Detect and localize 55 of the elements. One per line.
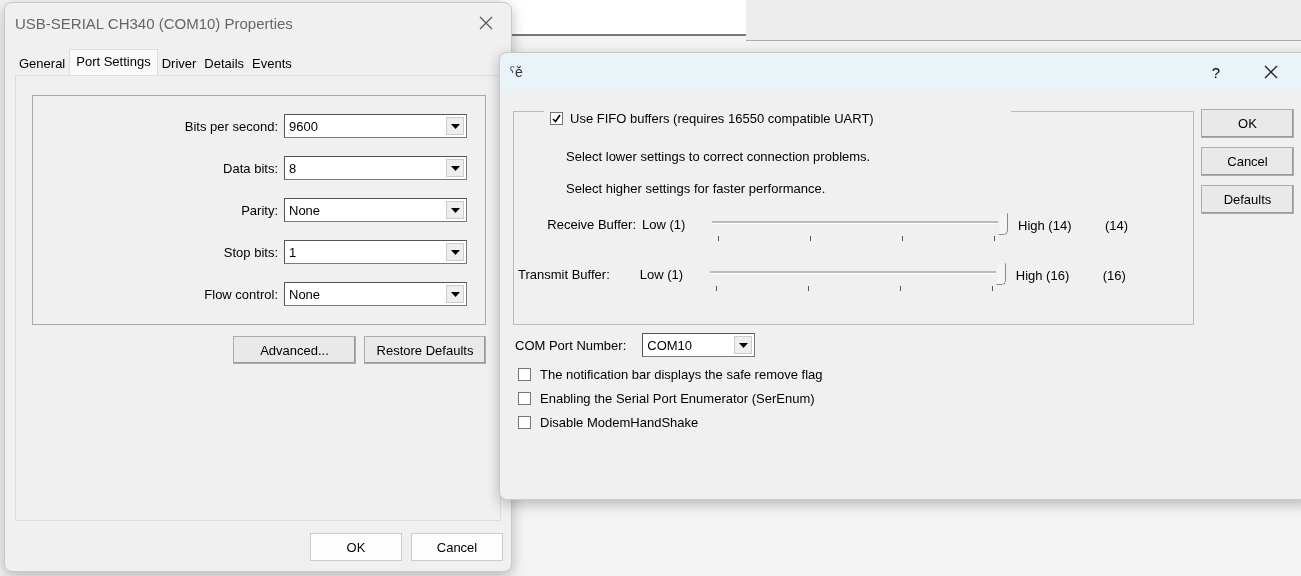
slider-min-label: Low (1) <box>642 216 687 232</box>
field-label: COM Port Number: <box>515 337 627 353</box>
tab[interactable]: Port Settings <box>69 49 158 76</box>
checkbox-label: Disable ModemHandShake <box>540 414 699 430</box>
hint-text: Select lower settings to correct connection problems. <box>566 149 872 164</box>
dialog-button[interactable]: Defaults <box>1201 185 1294 214</box>
checkbox-label: Enabling the Serial Port Enumerator (SerEnum) <box>540 390 815 406</box>
field-label: Flow control: <box>204 286 278 302</box>
tab[interactable]: Events <box>248 53 296 75</box>
dropdown-arrow-icon <box>450 249 460 255</box>
window-title: USB-SERIAL CH340 (COM10) Properties <box>15 14 294 32</box>
tab[interactable]: Driver <box>157 53 201 75</box>
window-title: ˁě <box>510 64 524 80</box>
dialog-button[interactable]: OK <box>310 533 402 561</box>
checkbox[interactable] <box>550 112 563 125</box>
dialog-button[interactable]: Restore Defaults <box>364 336 486 364</box>
dropdown-arrow-icon <box>450 123 460 129</box>
dropdown[interactable]: None <box>284 282 467 306</box>
slider-value: (14) <box>1105 217 1129 233</box>
dialog-button[interactable]: Cancel <box>411 533 503 561</box>
checkbox-label: Use FIFO buffers (requires 16550 compatible UART) <box>570 111 874 126</box>
checkbox[interactable] <box>518 367 531 381</box>
dropdown[interactable]: COM10 <box>642 333 756 357</box>
dialog-button[interactable]: OK <box>1201 109 1294 138</box>
field-label: Bits per second: <box>184 118 278 134</box>
dropdown-arrow-icon <box>738 342 748 348</box>
close-icon[interactable] <box>1264 65 1278 79</box>
slider-label: Transmit Buffer: <box>517 266 610 282</box>
tab[interactable]: General <box>15 53 70 75</box>
slider-max-label: High (16) <box>1015 267 1071 283</box>
dropdown[interactable]: 8 <box>284 156 467 180</box>
dropdown[interactable]: 1 <box>284 240 467 264</box>
dropdown-arrow-icon <box>450 165 460 171</box>
checkbox[interactable] <box>518 391 531 405</box>
field-label: Data bits: <box>223 160 278 176</box>
checkbox-label: The notification bar displays the safe remove flag <box>540 366 823 382</box>
slider-min-label: Low (1) <box>639 266 685 282</box>
dialog-button[interactable]: Cancel <box>1201 147 1294 176</box>
dropdown-arrow-icon <box>450 207 460 213</box>
slider-thumb[interactable] <box>998 213 1008 235</box>
slider-max-label: High (14) <box>1018 217 1073 233</box>
tab[interactable]: Details <box>200 53 249 75</box>
field-label: Stop bits: <box>223 244 278 260</box>
slider-value: (16) <box>1102 267 1126 283</box>
checkbox[interactable] <box>518 415 531 429</box>
slider-label: Receive Buffer: <box>546 216 636 232</box>
dropdown[interactable]: 9600 <box>284 114 467 138</box>
close-icon[interactable] <box>479 16 493 30</box>
field-label: Parity: <box>241 202 278 218</box>
hint-text: Select higher settings for faster performance. <box>566 181 827 196</box>
dropdown-arrow-icon <box>450 291 460 297</box>
dialog-button[interactable]: Advanced... <box>233 336 356 364</box>
slider-thumb[interactable] <box>995 263 1006 285</box>
dropdown[interactable]: None <box>284 198 467 222</box>
help-button[interactable]: ? <box>1211 63 1220 81</box>
